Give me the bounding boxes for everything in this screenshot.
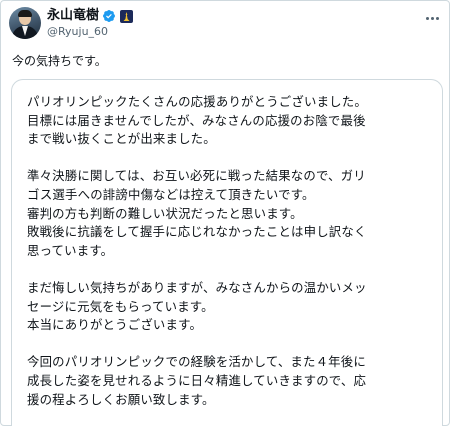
- author-display-name[interactable]: 永山竜樹: [47, 7, 99, 25]
- statement-text: パリオリンピックたくさんの応援ありがとうございました。 目標には届きませんでしたが…: [27, 93, 437, 428]
- statement-line: セージに元気をもらっています。: [27, 298, 214, 314]
- statement-paragraph: まだ悔しい気持ちがありますが、みなさんからの温かいメッ セージに元気をもらっていま…: [27, 279, 437, 335]
- statement-line: パリオリンピックたくさんの応援ありがとうございました。: [27, 94, 367, 109]
- statement-line: 成長した姿を見せれるように日々精進していきますので、応: [27, 372, 367, 388]
- statement-line: 今回のパリオリンピックでの経験を活かして、また４年後に: [27, 354, 366, 370]
- statement-line: ゴス選手への誹謗中傷などは控えて頂きたいです。: [27, 186, 315, 202]
- more-options-icon[interactable]: [423, 11, 441, 25]
- statement-paragraph: 今回のパリオリンピックでの経験を活かして、また４年後に 成長した姿を見せれるように…: [27, 353, 437, 409]
- statement-line: まで戦い抜くことが出来ました。: [27, 131, 216, 147]
- avatar[interactable]: [9, 7, 41, 39]
- statement-line: まだ悔しい気持ちがありますが、みなさんからの温かいメッ: [27, 279, 367, 295]
- statement-line: 敗戦後に抗議をして握手に応じれなかったことは申し訳なく: [27, 224, 367, 240]
- statement-line: 本当にありがとうございます。: [27, 317, 203, 333]
- statement-paragraph: パリオリンピックたくさんの応援ありがとうございました。 目標には届きませんでしたが…: [27, 93, 437, 149]
- author-name-row: 永山竜樹: [47, 7, 134, 25]
- statement-line: 目標には届きませんでしたが、みなさんの応援のお陰で最後: [27, 112, 366, 128]
- statement-line: 援の程よろしくお願い致します。: [27, 391, 215, 407]
- statement-paragraph: 準々決勝に関しては、お互い必死に戦った結果なので、ガリ ゴス選手への誹謗中傷などは…: [27, 167, 437, 260]
- statement-line: 審判の方も判断の難しい状況だったと思います。: [27, 205, 303, 221]
- affiliation-badge-icon[interactable]: [120, 9, 134, 23]
- statement-line: 準々決勝に関しては、お互い必死に戦った結果なので、ガリ: [27, 168, 366, 184]
- statement-line: 思っています。: [27, 242, 114, 258]
- tweet-card: 永山竜樹 @Ryuju_60 今の気持ちです。 パリオリンピックたくさんの応援あ…: [0, 0, 450, 426]
- tweet-text: 今の気持ちです。: [12, 54, 107, 68]
- author-handle[interactable]: @Ryuju_60: [47, 25, 108, 39]
- verified-badge-icon: [102, 9, 116, 23]
